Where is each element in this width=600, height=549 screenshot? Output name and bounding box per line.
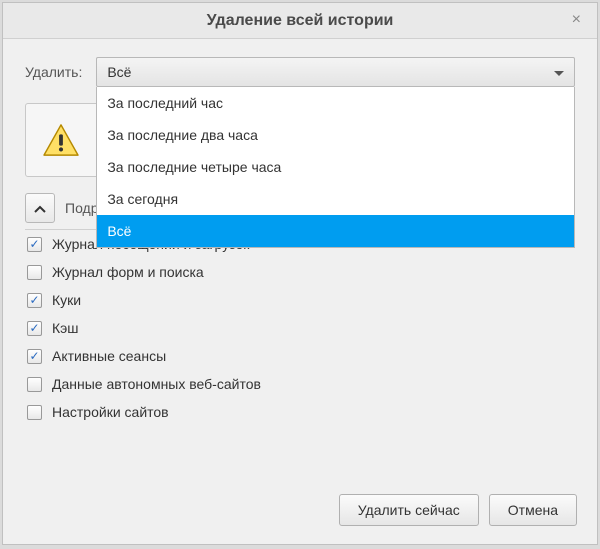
delete-label: Удалить:: [25, 64, 82, 80]
check-label: Куки: [52, 292, 81, 308]
check-label: Журнал форм и поиска: [52, 264, 204, 280]
time-range-select[interactable]: Всё: [96, 57, 575, 87]
warning-icon: [42, 123, 80, 157]
checkmark-icon: ✓: [29, 294, 39, 306]
option-last-four-hours[interactable]: За последние четыре часа: [97, 151, 574, 183]
close-icon: ×: [572, 11, 581, 28]
checkmark-icon: ✓: [29, 322, 39, 334]
check-label: Активные сеансы: [52, 348, 166, 364]
dialog-content: Удалить: Всё За последний час За последн…: [3, 39, 597, 480]
time-range-row: Удалить: Всё За последний час За последн…: [25, 57, 575, 87]
option-last-hour[interactable]: За последний час: [97, 87, 574, 119]
checkbox[interactable]: ✓: [27, 237, 42, 252]
chevron-down-icon: [554, 64, 564, 80]
clear-history-dialog: Удаление всей истории × Удалить: Всё За …: [2, 2, 598, 545]
checkmark-icon: ✓: [29, 350, 39, 362]
check-item: ✓ Данные автономных веб-сайтов: [25, 370, 575, 398]
check-label: Данные автономных веб-сайтов: [52, 376, 261, 392]
option-last-two-hours[interactable]: За последние два часа: [97, 119, 574, 151]
details-toggle[interactable]: [25, 193, 55, 223]
chevron-up-icon: [34, 200, 46, 216]
time-range-dropdown: За последний час За последние два часа З…: [96, 87, 575, 248]
checkbox[interactable]: ✓: [27, 405, 42, 420]
cancel-label: Отмена: [508, 502, 558, 518]
time-range-selected: Всё: [107, 64, 131, 80]
delete-now-button[interactable]: Удалить сейчас: [339, 494, 479, 526]
checkbox[interactable]: ✓: [27, 321, 42, 336]
check-item: ✓ Журнал форм и поиска: [25, 258, 575, 286]
checkbox[interactable]: ✓: [27, 349, 42, 364]
check-label: Настройки сайтов: [52, 404, 169, 420]
time-range-select-wrap: Всё За последний час За последние два ча…: [96, 57, 575, 87]
check-item: ✓ Активные сеансы: [25, 342, 575, 370]
check-label: Кэш: [52, 320, 79, 336]
option-today[interactable]: За сегодня: [97, 183, 574, 215]
checkbox[interactable]: ✓: [27, 293, 42, 308]
checkbox[interactable]: ✓: [27, 265, 42, 280]
dialog-title: Удаление всей истории: [207, 12, 394, 30]
dialog-footer: Удалить сейчас Отмена: [3, 480, 597, 544]
check-item: ✓ Куки: [25, 286, 575, 314]
cancel-button[interactable]: Отмена: [489, 494, 577, 526]
checkmark-icon: ✓: [29, 238, 39, 250]
option-everything[interactable]: Всё: [97, 215, 574, 247]
close-button[interactable]: ×: [566, 11, 587, 29]
check-item: ✓ Настройки сайтов: [25, 398, 575, 426]
history-checklist: ✓Журнал посещений и загрузок✓Журнал форм…: [25, 229, 575, 426]
checkbox[interactable]: ✓: [27, 377, 42, 392]
delete-now-label: Удалить сейчас: [358, 502, 460, 518]
check-item: ✓ Кэш: [25, 314, 575, 342]
titlebar: Удаление всей истории ×: [3, 3, 597, 39]
